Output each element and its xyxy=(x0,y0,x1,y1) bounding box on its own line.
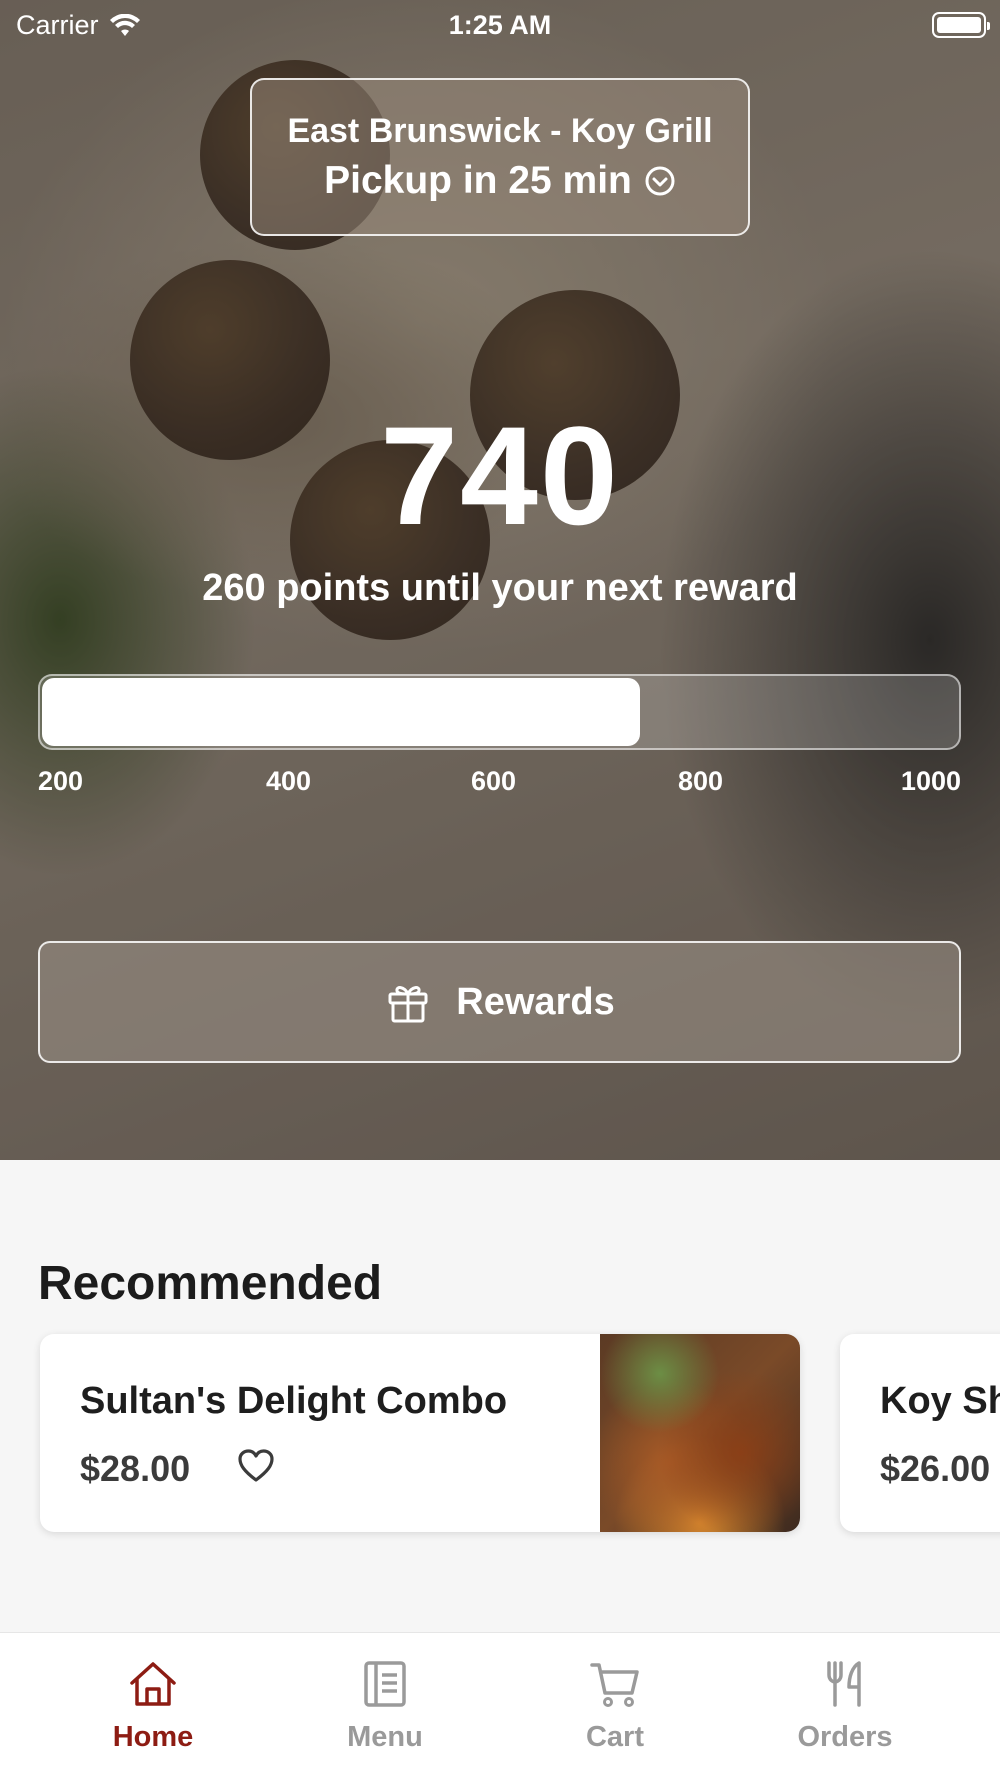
gift-icon xyxy=(388,986,428,1023)
location-name: East Brunswick - Koy Grill xyxy=(287,111,713,150)
pickup-label: Pickup in 25 min xyxy=(324,158,632,202)
rewards-progress-bar xyxy=(38,674,961,750)
tab-label: Menu xyxy=(347,1721,423,1753)
tab-label: Cart xyxy=(585,1721,644,1753)
points-subtitle: 260 points until your next reward xyxy=(202,567,798,609)
cart-icon xyxy=(590,1663,639,1707)
home-icon xyxy=(130,1662,176,1706)
tab-home[interactable]: Home xyxy=(38,1633,268,1778)
tab-menu[interactable]: Menu xyxy=(270,1633,500,1778)
tick-label: 200 xyxy=(38,766,84,796)
tab-cart[interactable]: Cart xyxy=(500,1633,730,1778)
rewards-button[interactable]: Rewards xyxy=(38,941,961,1063)
status-bar: Carrier 1:25 AM xyxy=(0,0,1000,50)
tick-label: 400 xyxy=(266,766,312,796)
tab-bar: Home Menu Cart Orders xyxy=(0,1632,1000,1778)
item-image xyxy=(600,1334,800,1532)
pickup-time: Pickup in 25 min xyxy=(324,159,676,203)
points-balance: 740 xyxy=(380,397,620,554)
progress-tick-labels: 200 400 600 800 1000 xyxy=(38,766,961,806)
tab-orders[interactable]: Orders xyxy=(730,1633,960,1778)
tab-label: Orders xyxy=(797,1721,893,1753)
item-price: $26.00 xyxy=(880,1448,991,1489)
chevron-down-circle-icon xyxy=(645,166,675,195)
hero-banner: Carrier 1:25 AM East Brunswick - Koy Gri… xyxy=(0,0,1000,1160)
item-name: Sultan's Delight Combo xyxy=(80,1380,508,1422)
tab-label: Home xyxy=(112,1721,194,1753)
rewards-button-label: Rewards xyxy=(456,980,615,1023)
menu-icon xyxy=(364,1661,406,1707)
item-name: Koy Sh xyxy=(880,1380,1000,1422)
tick-label: 1000 xyxy=(900,766,961,796)
status-time: 1:25 AM xyxy=(448,10,552,40)
battery-icon xyxy=(932,12,990,38)
tick-label: 800 xyxy=(678,766,724,796)
recommended-item-card[interactable]: Sultan's Delight Combo $28.00 xyxy=(40,1334,800,1532)
item-price: $28.00 xyxy=(80,1448,191,1489)
location-selector[interactable]: East Brunswick - Koy Grill Pickup in 25 … xyxy=(250,78,750,236)
orders-icon xyxy=(827,1661,861,1707)
rewards-progress-fill xyxy=(42,678,640,746)
recommended-item-card[interactable]: Koy Sh $26.00 xyxy=(840,1334,1000,1532)
recommended-heading: Recommended xyxy=(38,1257,383,1310)
tick-label: 600 xyxy=(471,766,517,796)
favorite-heart-icon[interactable] xyxy=(236,1446,276,1486)
